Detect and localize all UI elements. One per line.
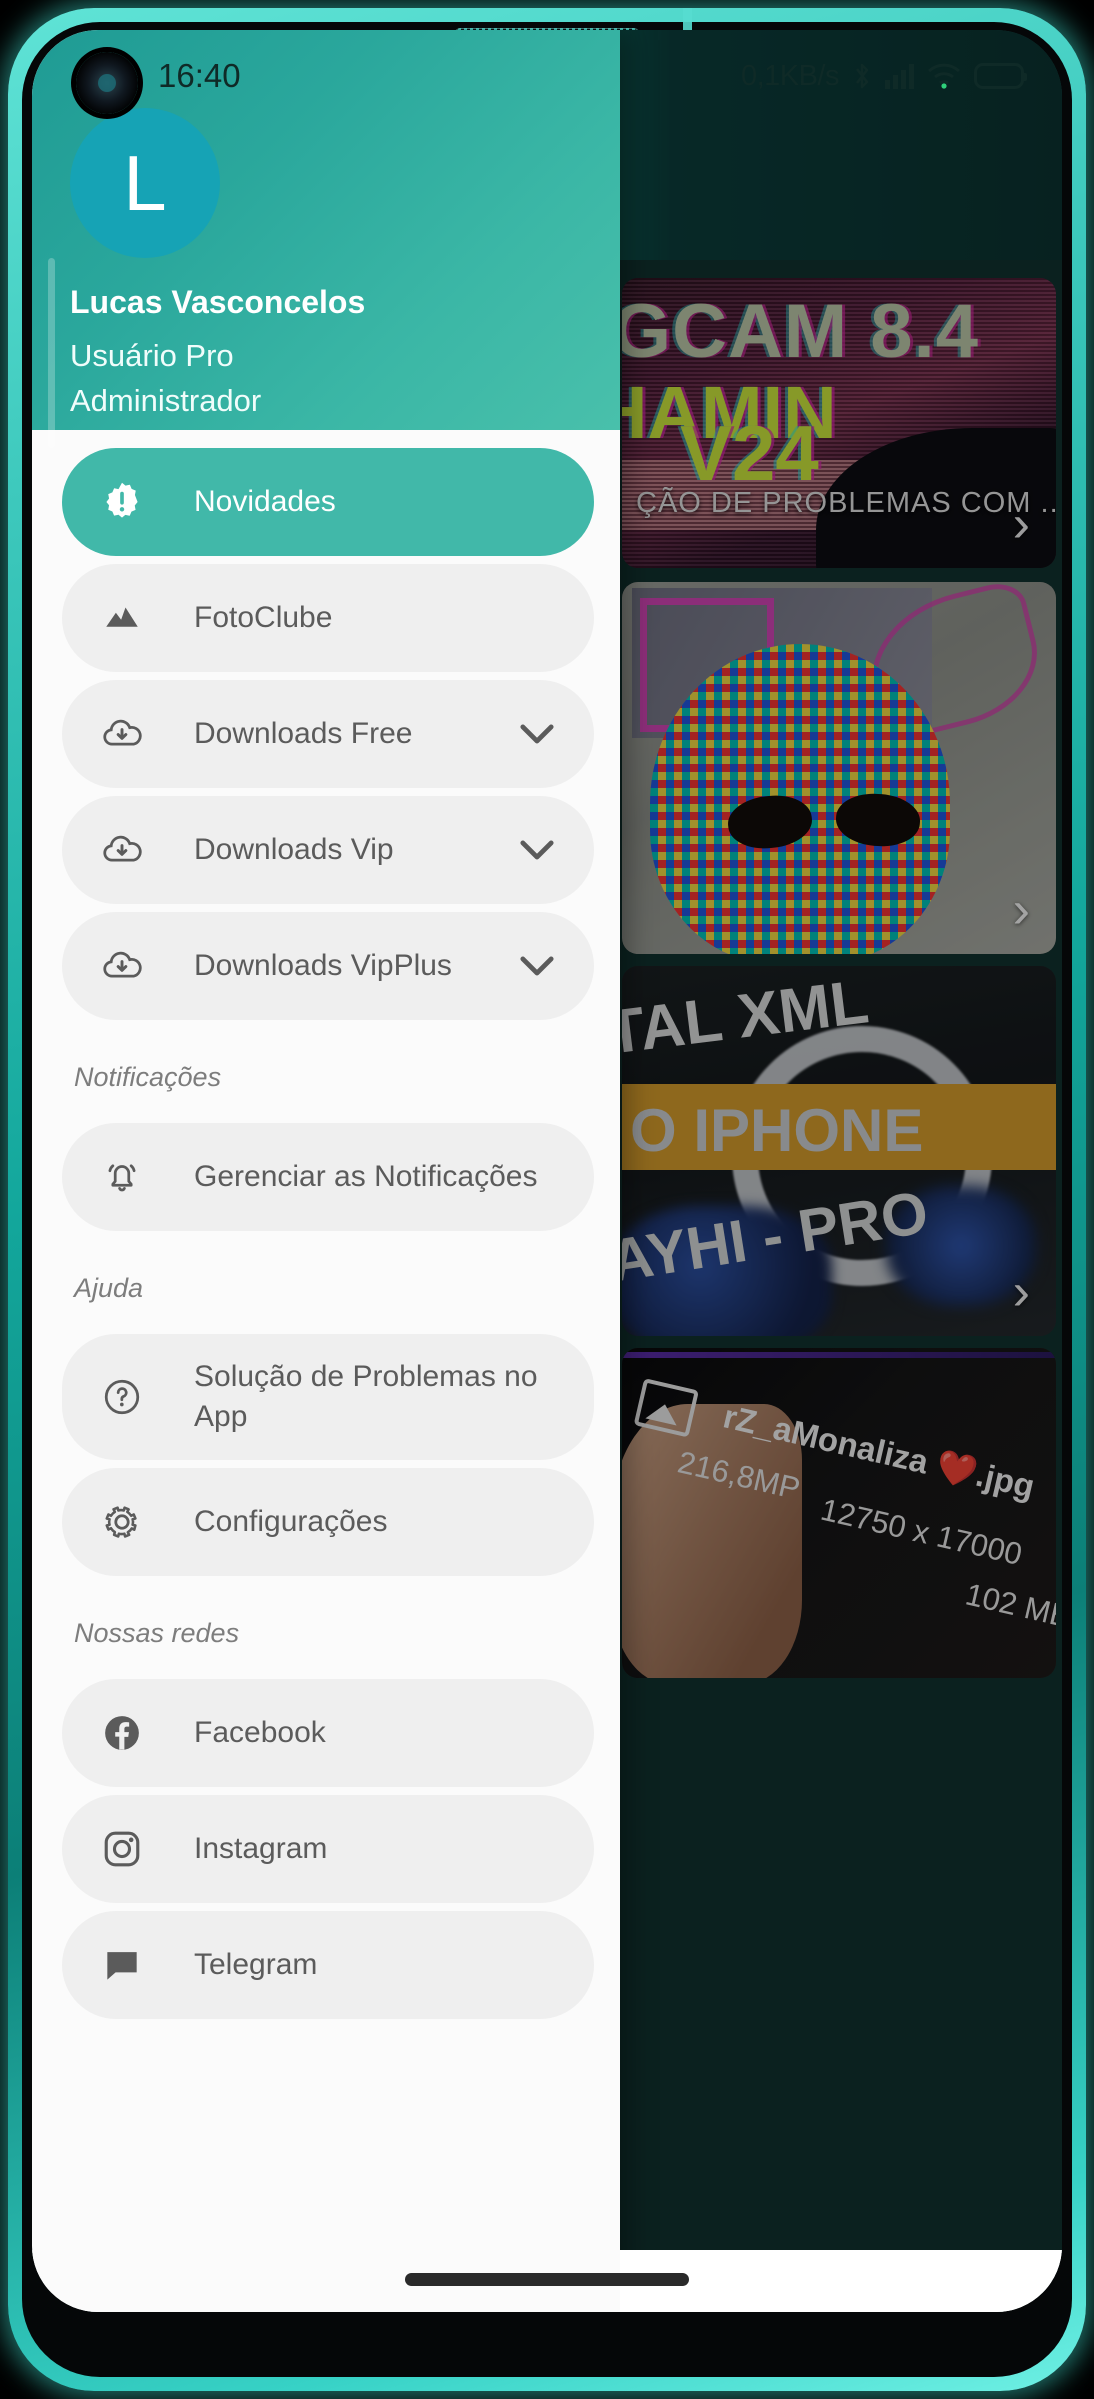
battery-icon (974, 63, 1027, 89)
avatar[interactable]: L (70, 108, 220, 258)
gear-icon (94, 1500, 150, 1544)
sidebar-item-downloads-free[interactable]: Downloads Free (62, 680, 594, 788)
sidebar-item-solucao-problemas[interactable]: Solução de Problemas no App (62, 1334, 594, 1460)
sidebar-item-label: Solução de Problemas no App (194, 1359, 538, 1434)
sidebar-item-label: Instagram (194, 1831, 328, 1865)
sidebar-item-gerenciar-notificacoes[interactable]: Gerenciar as Notificações (62, 1123, 594, 1231)
sidebar-item-label: Facebook (194, 1715, 326, 1749)
phone-frame: GCAM 8.4 HAMIN V24 ÇÃO DE PROBLEMAS COM … (0, 0, 1094, 2399)
sidebar-item-label: Downloads Free (194, 716, 413, 750)
sidebar-item-novidades[interactable]: Novidades (62, 448, 594, 556)
sidebar-item-label: FotoClube (194, 600, 333, 634)
user-role-admin: Administrador (70, 382, 262, 418)
sidebar-item-fotoclube[interactable]: FotoClube (62, 564, 594, 672)
facebook-icon (94, 1711, 150, 1755)
section-title-notificacoes: Notificações (74, 1062, 222, 1092)
phone-screen: GCAM 8.4 HAMIN V24 ÇÃO DE PROBLEMAS COM … (32, 30, 1062, 2312)
sidebar-item-downloads-vipplus[interactable]: Downloads VipPlus (62, 912, 594, 1020)
sidebar-item-label: Downloads VipPlus (194, 948, 452, 982)
signal-icon (885, 63, 914, 89)
network-speed-label: 0,1KB/s (740, 59, 840, 92)
instagram-icon (94, 1827, 150, 1871)
front-camera-punch-hole (76, 52, 138, 114)
sidebar-item-label: Gerenciar as Notificações (194, 1159, 538, 1193)
status-bar: 16:40 0,1KB/s (32, 30, 1062, 122)
navigation-drawer: L Lucas Vasconcelos Usuário Pro Administ… (32, 30, 620, 2312)
chat-bubble-icon (94, 1943, 150, 1987)
bell-icon (94, 1155, 150, 1199)
mountain-icon (94, 597, 150, 639)
cloud-download-icon (94, 944, 150, 988)
sidebar-item-label: Configurações (194, 1504, 388, 1538)
new-releases-icon (94, 480, 150, 524)
sidebar-item-label: Novidades (194, 484, 336, 518)
chevron-down-icon[interactable] (520, 840, 554, 860)
section-title-ajuda: Ajuda (74, 1273, 144, 1303)
drawer-body: Novidades FotoClube Downloads Free Downl… (32, 430, 620, 2312)
sidebar-item-instagram[interactable]: Instagram (62, 1795, 594, 1903)
sidebar-item-configuracoes[interactable]: Configurações (62, 1468, 594, 1576)
chevron-down-icon[interactable] (520, 956, 554, 976)
cloud-download-icon (94, 828, 150, 872)
gesture-navigation-bar[interactable] (405, 2273, 689, 2286)
user-name: Lucas Vasconcelos (70, 284, 366, 320)
status-bar-icons: 0,1KB/s (740, 59, 1027, 93)
status-bar-clock: 16:40 (158, 57, 241, 94)
sidebar-item-label: Telegram (194, 1947, 318, 1981)
sidebar-item-downloads-vip[interactable]: Downloads Vip (62, 796, 594, 904)
wifi-icon (927, 63, 961, 89)
bluetooth-icon (855, 63, 869, 89)
section-title-nossas-redes: Nossas redes (74, 1618, 240, 1648)
chevron-down-icon[interactable] (520, 724, 554, 744)
cloud-download-icon (94, 712, 150, 756)
user-role-pro: Usuário Pro (70, 338, 234, 373)
sidebar-item-label: Downloads Vip (194, 832, 394, 866)
sidebar-item-facebook[interactable]: Facebook (62, 1679, 594, 1787)
sidebar-item-telegram[interactable]: Telegram (62, 1911, 594, 2019)
help-circle-icon (94, 1375, 150, 1419)
drawer-header-rail (48, 258, 55, 448)
